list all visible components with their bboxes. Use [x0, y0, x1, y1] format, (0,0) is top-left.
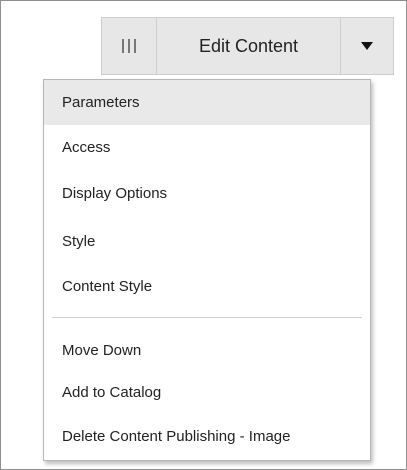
menu-item-access[interactable]: Access	[44, 125, 370, 170]
menu-separator	[52, 317, 362, 318]
dropdown-toggle-button[interactable]	[341, 18, 393, 74]
menu-item-style[interactable]: Style	[44, 219, 370, 264]
menu-item-content-style[interactable]: Content Style	[44, 264, 370, 309]
dialog-frame: Edit Content Parameters Access Display O…	[0, 0, 407, 470]
drag-handle[interactable]	[102, 18, 157, 74]
content-toolbar: Edit Content	[101, 17, 394, 75]
options-menu: Parameters Access Display Options Style …	[43, 79, 371, 461]
menu-item-add-to-catalog[interactable]: Add to Catalog	[44, 370, 370, 415]
menu-item-parameters[interactable]: Parameters	[44, 80, 370, 125]
menu-item-delete-content[interactable]: Delete Content Publishing - Image	[44, 414, 370, 459]
menu-item-display-options[interactable]: Display Options	[44, 171, 370, 216]
caret-down-icon	[361, 42, 373, 50]
menu-item-move-down[interactable]: Move Down	[44, 328, 370, 373]
edit-content-button[interactable]: Edit Content	[157, 18, 341, 74]
drag-handle-icon	[122, 39, 136, 53]
